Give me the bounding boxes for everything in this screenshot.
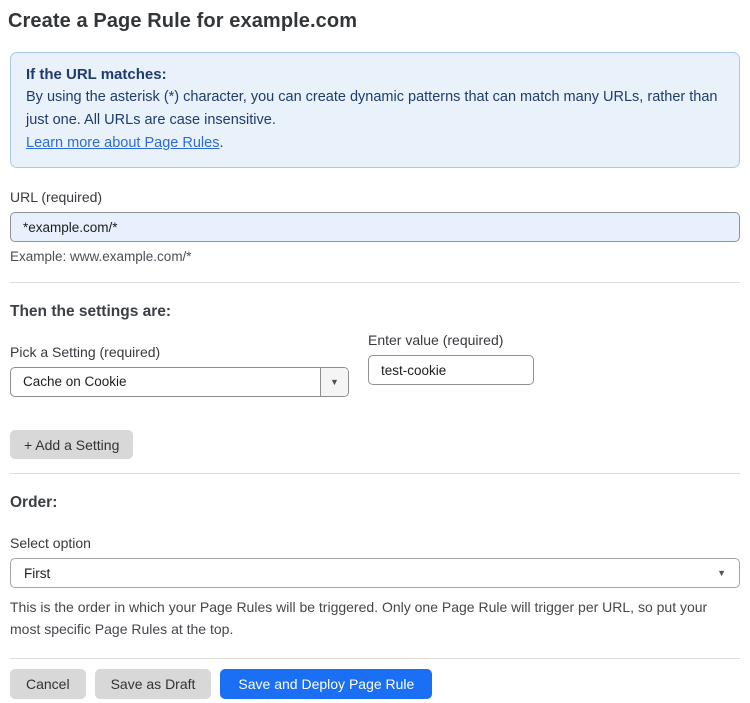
settings-section-heading: Then the settings are: [10,303,172,320]
info-box-body: By using the asterisk (*) character, you… [26,89,718,128]
divider [10,473,740,474]
order-section-heading: Order: [10,494,58,511]
order-select-label: Select option [10,535,91,551]
cancel-button[interactable]: Cancel [10,669,86,699]
divider [10,658,740,659]
page-title: Create a Page Rule for example.com [8,10,358,32]
setting-select-arrow-button[interactable]: ▼ [320,368,348,396]
save-as-draft-button[interactable]: Save as Draft [94,669,212,699]
order-select[interactable]: First ▼ [10,558,740,588]
setting-picker-column: Pick a Setting (required) Cache on Cooki… [10,323,349,397]
url-helper-text: Example: www.example.com/* [10,249,192,264]
create-page-rule-form: Create a Page Rule for example.com If th… [0,10,750,699]
info-box-heading: If the URL matches: [26,66,167,83]
setting-picker-label: Pick a Setting (required) [10,344,161,360]
footer-actions: Cancel Save as Draft Save and Deploy Pag… [10,669,740,699]
learn-more-link[interactable]: Learn more about Page Rules [26,135,219,151]
info-box-link-line: Learn more about Page Rules. [26,132,724,155]
setting-select[interactable]: Cache on Cookie ▼ [10,367,349,397]
url-label: URL (required) [10,189,103,205]
setting-value-label: Enter value (required) [368,332,504,348]
url-input[interactable] [10,212,740,242]
setting-value-input[interactable] [368,355,534,385]
link-period: . [219,135,224,151]
setting-value-column: Enter value (required) [368,332,534,385]
order-helper-text: This is the order in which your Page Rul… [10,599,708,637]
order-select-value: First [24,565,51,581]
save-and-deploy-button[interactable]: Save and Deploy Page Rule [220,669,433,699]
divider [10,282,740,283]
add-setting-button[interactable]: + Add a Setting [10,430,134,459]
url-match-info-box: If the URL matches: By using the asteris… [10,52,740,168]
settings-row: Pick a Setting (required) Cache on Cooki… [10,323,740,397]
chevron-down-icon: ▼ [717,567,726,578]
setting-select-value: Cache on Cookie [23,374,127,389]
chevron-down-icon: ▼ [330,376,339,387]
